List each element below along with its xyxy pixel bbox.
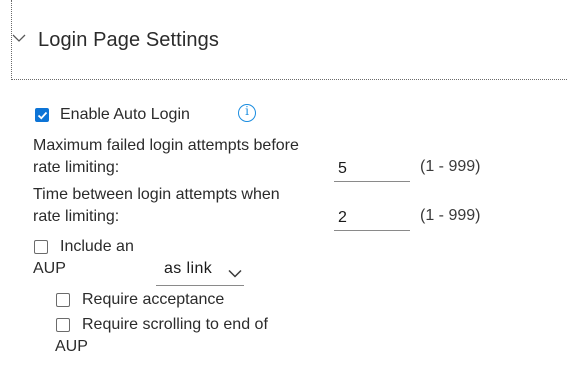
include-aup-checkbox[interactable] [34, 240, 48, 254]
time-between-label-line2: rate limiting: [33, 208, 120, 225]
chevron-down-icon[interactable] [12, 33, 26, 43]
require-acceptance-label: Require acceptance [82, 291, 225, 308]
max-failed-attempts-input[interactable] [334, 157, 410, 182]
aup-mode-selected: as link [164, 260, 213, 277]
include-aup-label-line2: AUP [33, 260, 66, 277]
section-title: Login Page Settings [38, 29, 219, 51]
require-acceptance-checkbox[interactable] [56, 293, 70, 307]
require-scrolling-label-line2: AUP [55, 338, 88, 355]
aup-mode-select[interactable]: as link [156, 259, 244, 286]
max-failed-label-line2: rate limiting: [33, 159, 120, 176]
chevron-down-icon [228, 269, 242, 278]
require-scrolling-checkbox[interactable] [56, 318, 70, 332]
section-header-login-page-settings[interactable]: Login Page Settings [11, 0, 568, 80]
info-icon[interactable]: i [238, 104, 256, 122]
time-between-attempts-input[interactable] [334, 206, 410, 231]
include-aup-label-line1: Include an [60, 238, 134, 255]
enable-auto-login-checkbox[interactable] [35, 108, 49, 122]
max-failed-label-line1: Maximum failed login attempts before [33, 137, 299, 154]
max-failed-range: (1 - 999) [420, 158, 481, 175]
require-scrolling-label-line1: Require scrolling to end of [82, 316, 268, 333]
time-between-label-line1: Time between login attempts when [33, 186, 280, 203]
enable-auto-login-label: Enable Auto Login [60, 106, 190, 123]
time-between-range: (1 - 999) [420, 207, 481, 224]
checkmark-icon [37, 111, 48, 120]
